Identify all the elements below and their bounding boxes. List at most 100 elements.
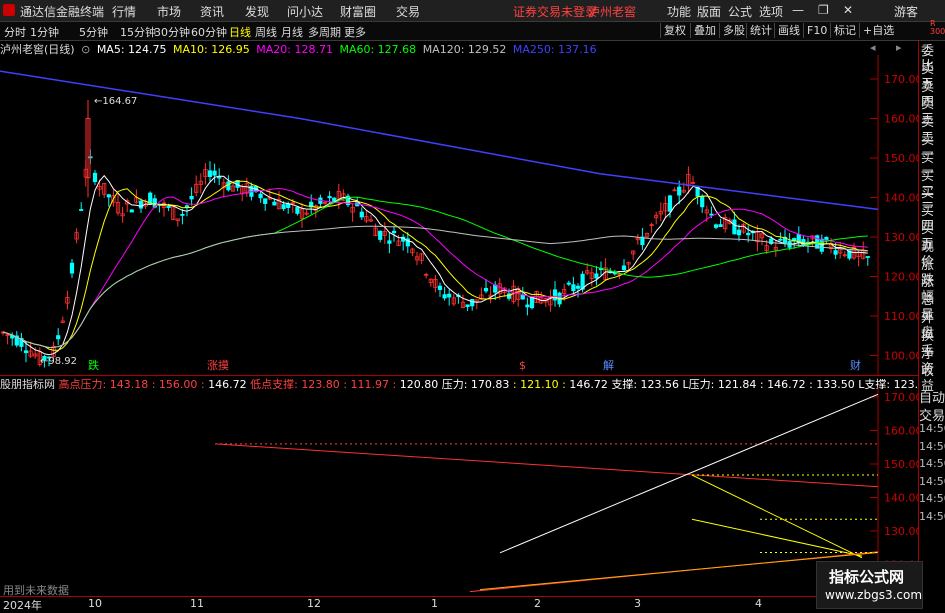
- candle-body: [447, 293, 452, 298]
- app-title: 通达信金融终端: [20, 5, 105, 19]
- candle-body: [437, 285, 443, 290]
- tab-multi-period[interactable]: 多周期: [308, 24, 341, 40]
- menu-xiaoda[interactable]: 问小达: [287, 3, 323, 20]
- pressure-falling-line: [691, 474, 863, 559]
- candle-body: [295, 206, 300, 214]
- tab-5min[interactable]: 5分钟: [79, 24, 108, 40]
- candle-body: [23, 350, 29, 354]
- candle-body: [217, 176, 222, 179]
- trade-time-label: 14:50: [919, 457, 945, 470]
- ind-tick-label: 150.00: [884, 458, 918, 471]
- event-tag[interactable]: $: [519, 359, 526, 372]
- menu-exchange[interactable]: 市场: [157, 3, 181, 20]
- tab-1min[interactable]: 1分钟: [30, 24, 59, 40]
- f10-button[interactable]: F10: [803, 23, 830, 38]
- tab-weekly[interactable]: 周线: [255, 24, 277, 40]
- app-logo-icon: [3, 4, 15, 16]
- price-tick-label: 120.00: [884, 271, 918, 284]
- trade-time-label: 14:50: [919, 492, 945, 505]
- event-tag[interactable]: 涨摸: [207, 359, 229, 372]
- tab-15min[interactable]: 15分钟: [120, 24, 156, 40]
- tab-30min[interactable]: 30分钟: [154, 24, 190, 40]
- x-label-12: 12: [307, 597, 321, 610]
- adjust-button[interactable]: 复权: [660, 23, 689, 38]
- candle-body: [778, 238, 783, 241]
- menu-formula[interactable]: 公式: [728, 3, 752, 20]
- stats-button[interactable]: 统计: [746, 23, 775, 38]
- watermark: 指标公式网 www.zbgs3.com: [816, 561, 923, 609]
- ma10-line: [2, 180, 868, 351]
- ind-tick-label: 130.00: [884, 525, 918, 538]
- event-tag[interactable]: 解: [603, 358, 614, 372]
- candle-body: [621, 265, 627, 270]
- trade-time-label[interactable]: 交易: [919, 405, 945, 424]
- minimize-button[interactable]: —: [792, 3, 804, 17]
- quote-panel: 委比 卖五 卖四 卖三 卖二 卖一 买一 买二 买三 买四 买五 现价 涨跌 涨幅 总量 外盘 换手 净资 收益: [918, 41, 945, 394]
- candle-body: [594, 273, 599, 279]
- x-label-4: 4: [755, 597, 762, 610]
- candle-body: [700, 195, 705, 208]
- right-badge: R 300: [930, 19, 945, 36]
- add-watchlist-button[interactable]: +自选: [859, 23, 897, 38]
- login-notice[interactable]: 证券交易未登录: [513, 3, 597, 20]
- x-label-2: 2: [534, 597, 541, 610]
- menu-market[interactable]: 行情: [112, 3, 136, 20]
- candle-body: [520, 294, 525, 300]
- candle-body: [677, 186, 682, 196]
- menu-news[interactable]: 资讯: [200, 3, 224, 20]
- indicator-chart[interactable]: 170.00160.00150.00140.00130.00120.00: [0, 375, 918, 600]
- menu-wealth-circle[interactable]: 财富圈: [340, 3, 376, 20]
- high-price-label: ←164.67: [94, 96, 137, 107]
- candle-body: [865, 256, 870, 258]
- candle-body: [281, 204, 286, 210]
- kline-chart[interactable]: 170.00 160.00 150.00 140.00 130.00 120.00 110.…: [0, 55, 918, 375]
- price-tick-label: 100.00: [884, 350, 918, 363]
- candle-body: [667, 195, 673, 212]
- menu-trade[interactable]: 交易: [396, 3, 420, 20]
- overlay-button[interactable]: 叠加: [690, 23, 719, 38]
- ma5-line: [2, 174, 868, 356]
- close-button[interactable]: ✕: [843, 3, 853, 17]
- candle-body: [129, 209, 134, 213]
- event-tag[interactable]: 跌: [88, 358, 99, 372]
- x-label-3: 3: [634, 597, 641, 610]
- multi-stock-button[interactable]: 多股: [719, 23, 748, 38]
- ind-tick-label: 160.00: [884, 425, 918, 438]
- expand-icon[interactable]: ▸: [896, 41, 902, 54]
- menu-discover[interactable]: 发现: [245, 3, 269, 20]
- tab-monthly[interactable]: 月线: [281, 24, 303, 40]
- candle-body: [180, 214, 185, 216]
- x-label-10: 10: [88, 597, 102, 610]
- candle-body: [736, 229, 742, 236]
- guest-label[interactable]: 游客: [894, 3, 918, 20]
- menu-options[interactable]: 选项: [759, 3, 783, 20]
- mark-button[interactable]: 标记: [830, 23, 859, 38]
- menu-function[interactable]: 功能: [667, 3, 691, 20]
- candle-body: [56, 335, 61, 340]
- menu-layout[interactable]: 版面: [697, 3, 721, 20]
- draw-line-button[interactable]: 画线: [774, 23, 803, 38]
- trade-time-label: 14:50: [919, 422, 945, 435]
- tab-more[interactable]: 更多: [344, 24, 366, 40]
- tab-60min[interactable]: 60分钟: [191, 24, 227, 40]
- candle-body: [92, 172, 98, 183]
- x-label-1: 1: [431, 597, 438, 610]
- restore-button[interactable]: ❐: [818, 3, 829, 17]
- collapse-icon[interactable]: ◂: [870, 41, 876, 54]
- candle-body: [552, 289, 558, 301]
- event-tag[interactable]: 财: [850, 358, 861, 372]
- candle-body: [387, 240, 392, 244]
- trade-time-label[interactable]: 自动: [919, 387, 945, 406]
- tab-intraday[interactable]: 分时: [4, 24, 26, 40]
- ma-legend: 泸州老窖(日线) ⊙ MA5: 124.75 MA10: 126.95 MA20…: [0, 41, 600, 56]
- candle-body: [575, 285, 581, 289]
- date-axis: 2024年 10 11 12 1 2 3 4: [0, 596, 918, 612]
- candle-body: [529, 297, 535, 309]
- candle-body: [207, 170, 213, 177]
- tab-daily[interactable]: 日线: [229, 24, 251, 40]
- candle-body: [148, 192, 153, 204]
- candle-body: [746, 232, 751, 236]
- candle-body: [106, 194, 111, 198]
- candle-body: [212, 170, 217, 176]
- top-menu-bar: 通达信金融终端 行情 市场 资讯 发现 问小达 财富圈 交易 证券交易未登录 泸…: [0, 0, 945, 22]
